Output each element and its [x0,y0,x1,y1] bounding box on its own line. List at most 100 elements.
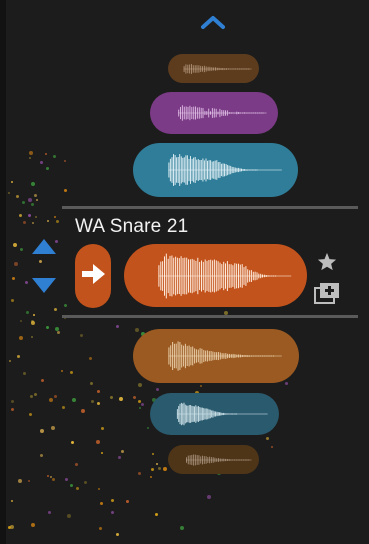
map-dot [110,396,113,399]
selection-divider-bottom [62,315,358,318]
map-dot [52,478,55,481]
map-dot [53,155,56,158]
map-dot [28,214,31,217]
map-dot [49,398,53,402]
triangle-up-icon[interactable] [31,236,57,256]
map-dot [11,181,13,183]
map-dot [11,500,13,502]
map-dot [75,463,78,466]
triangle-down-icon[interactable] [31,276,57,296]
map-dot [101,427,104,430]
sample-pill-above-2[interactable] [150,92,278,134]
star-icon[interactable] [316,250,338,272]
map-dot [141,403,144,406]
map-dot [133,396,136,399]
map-dot [72,398,76,402]
map-dot [19,336,23,340]
map-dot [84,481,87,484]
selected-sample-pill[interactable] [124,244,307,307]
map-dot [139,407,141,409]
map-dot [9,360,11,362]
map-dot [26,311,29,314]
map-dot [61,370,63,372]
map-dot [8,526,11,529]
map-dot [90,382,93,385]
map-dot [76,487,79,490]
map-dot [116,325,119,328]
map-dot [50,476,52,478]
map-dot [147,427,149,429]
map-dot [156,463,158,465]
map-dot [138,383,142,387]
map-dot [64,160,66,162]
map-dot [54,395,57,398]
map-dot [200,385,202,387]
map-dot [30,395,33,398]
map-dot [89,357,92,360]
sample-pill-above-1[interactable] [168,54,259,83]
map-dot [31,182,35,186]
map-dot [13,243,17,247]
library-add-icon[interactable] [313,281,341,305]
map-dot [138,400,141,403]
map-dot [97,402,100,405]
map-dot [54,308,57,311]
map-dot [150,476,152,478]
map-dot [29,157,31,159]
map-dot [156,388,159,391]
sample-browser-screen: WA Snare 21 [0,0,369,544]
map-dot [266,437,269,440]
map-dot [23,372,26,375]
map-dot [31,336,33,338]
map-dot [135,328,139,332]
map-dot [31,203,34,206]
map-dot [31,321,35,325]
waveform-icon [167,154,282,186]
map-dot [28,480,30,482]
map-dot [64,304,67,307]
sample-pill-above-3[interactable] [133,143,298,197]
map-dot [121,450,124,453]
sample-pill-below-1[interactable] [133,329,299,383]
map-dot [98,488,100,490]
map-dot [41,379,44,382]
map-dot [46,167,49,170]
map-dot [51,426,55,430]
map-dot [151,468,154,471]
map-dot [138,472,141,475]
send-sample-button[interactable] [75,244,111,308]
map-dot [99,527,102,530]
map-dot [20,248,23,251]
map-dot [71,441,74,444]
map-dot [111,511,114,514]
sample-pill-below-2[interactable] [150,393,279,435]
map-dot [12,277,15,280]
waveform-icon [168,341,282,371]
chevron-up-icon[interactable] [199,12,227,32]
map-dot [46,326,49,329]
waveform-icon [176,402,268,426]
map-dot [111,499,114,502]
map-dot [34,194,37,197]
map-dot [11,299,14,302]
map-dot [39,260,42,263]
map-dot [118,456,121,459]
left-edge-strip [0,0,6,544]
arrow-right-icon [80,263,106,290]
map-dot [34,393,37,396]
map-dot [47,475,49,477]
map-dot [97,390,100,393]
map-dot [57,331,60,334]
map-dot [31,523,35,527]
map-dot [29,413,32,416]
map-dot [62,406,65,409]
map-dot [207,495,211,499]
map-dot [91,400,94,403]
map-dot [152,453,154,455]
sample-pill-below-3[interactable] [168,445,259,474]
map-dot [285,382,288,385]
map-dot [33,314,35,316]
selection-divider-top [62,206,358,209]
map-dot [40,429,44,433]
map-dot [17,355,20,358]
